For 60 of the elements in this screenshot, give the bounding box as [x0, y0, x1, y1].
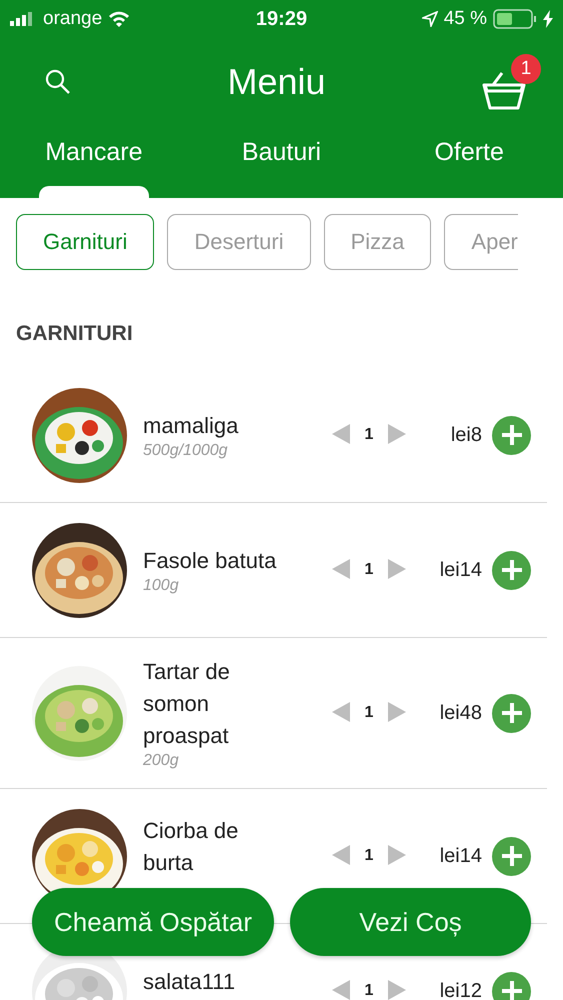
quantity-value: 1	[364, 704, 374, 722]
dish-name: salata111	[143, 968, 236, 996]
decrease-button[interactable]	[332, 702, 350, 724]
add-button[interactable]	[492, 416, 531, 454]
increase-button[interactable]	[388, 424, 406, 446]
dish-price: lei14	[438, 558, 482, 582]
screen-title: Meniu	[227, 60, 326, 102]
add-button[interactable]	[492, 836, 531, 876]
category-chip[interactable]: Pizza	[324, 214, 432, 270]
dish-price: lei8	[450, 424, 482, 446]
decrease-button[interactable]	[332, 980, 350, 1000]
dish-name: Fasole batuta	[143, 547, 278, 575]
plus-icon	[500, 702, 522, 724]
cart-button[interactable]: 1	[481, 54, 541, 110]
dish-weight: 500g/1000g	[143, 442, 229, 460]
decrease-button[interactable]	[332, 558, 350, 582]
add-button[interactable]	[492, 972, 531, 1000]
battery-percent: 45 %	[444, 8, 487, 30]
carrier-name: orange	[43, 8, 102, 30]
quantity-value: 1	[364, 847, 374, 865]
search-button[interactable]	[44, 68, 72, 96]
dish-price: lei48	[438, 702, 482, 724]
dish-weight: 200g	[143, 752, 180, 770]
add-button[interactable]	[492, 550, 531, 590]
dish-price: lei14	[438, 844, 482, 868]
decrease-button[interactable]	[332, 424, 350, 446]
charging-icon	[543, 10, 553, 28]
category-chip[interactable]: Aper	[444, 214, 518, 270]
view-cart-button[interactable]: Vezi Coș	[290, 888, 531, 956]
cart-count-badge: 1	[511, 54, 541, 84]
increase-button[interactable]	[388, 558, 406, 582]
increase-button[interactable]	[388, 702, 406, 724]
dish-price: lei12	[438, 980, 482, 1000]
dish-weight: 100g	[143, 577, 180, 595]
quantity-value: 1	[364, 982, 374, 1000]
menu-tab[interactable]: Mancare	[0, 125, 188, 198]
plus-icon	[500, 845, 522, 867]
plus-icon	[500, 980, 522, 1000]
clock-time: 19:29	[256, 8, 308, 30]
wifi-icon	[108, 11, 130, 27]
plus-icon	[500, 559, 522, 581]
dish-name: Ciorba de burta	[143, 816, 240, 876]
quantity-value: 1	[364, 561, 374, 579]
add-button[interactable]	[492, 694, 531, 732]
search-icon	[44, 68, 72, 96]
increase-button[interactable]	[388, 980, 406, 1000]
dish-name: Tartar de somon proaspat	[143, 658, 231, 750]
battery-icon	[493, 9, 537, 29]
increase-button[interactable]	[388, 844, 406, 868]
menu-tab[interactable]: Oferte	[375, 125, 563, 198]
quantity-value: 1	[364, 426, 374, 444]
menu-tab[interactable]: Bauturi	[188, 125, 376, 198]
decrease-button[interactable]	[332, 844, 350, 868]
location-icon	[422, 11, 438, 27]
call-waiter-button[interactable]: Cheamă Ospătar	[32, 888, 274, 956]
section-heading: GARNITURI	[15, 321, 134, 347]
category-chip[interactable]: Garnituri	[16, 214, 154, 270]
plus-icon	[500, 424, 522, 446]
dish-name: mamaliga	[143, 412, 240, 440]
category-chip[interactable]: Deserturi	[167, 214, 311, 270]
